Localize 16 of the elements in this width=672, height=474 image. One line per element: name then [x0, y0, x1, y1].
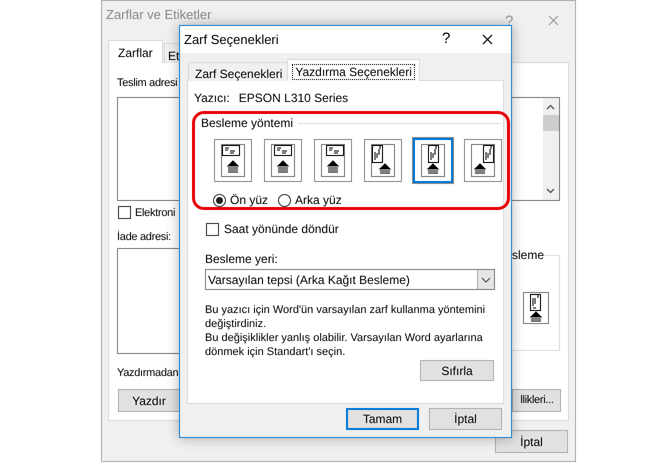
- window-title: Zarflar ve Etiketler: [106, 7, 212, 23]
- preview-label: Yazdırmadan: [117, 366, 178, 381]
- printer-name: EPSON L310 Series: [238, 90, 348, 107]
- group-title: sleme: [512, 248, 544, 262]
- window-title: Zarf Seçenekleri: [184, 30, 280, 49]
- radio-label: Ön yüz: [230, 192, 268, 209]
- checkbox-label: Saat yönünde döndür: [224, 221, 339, 238]
- field-label: Besleme yeri:: [205, 251, 279, 268]
- printer-label: Yazıcı:: [194, 90, 230, 107]
- checkbox-label: Elektroni: [135, 206, 176, 221]
- field-label: İade adresi:: [117, 230, 171, 245]
- info-text: Bu değişiklikler yanlış olabilir. Varsayılan Word ayarlarına dönmek için Standart'ı seçin.: [205, 331, 484, 359]
- group-title: Besleme yöntemi: [201, 115, 294, 132]
- info-text: Bu yazıcı için Word'ün varsayılan zarf kullanma yöntemini değiştirdiniz.: [205, 303, 486, 331]
- radio-label: Arka yüz: [295, 192, 342, 209]
- field-label: Teslim adresi: [117, 76, 178, 91]
